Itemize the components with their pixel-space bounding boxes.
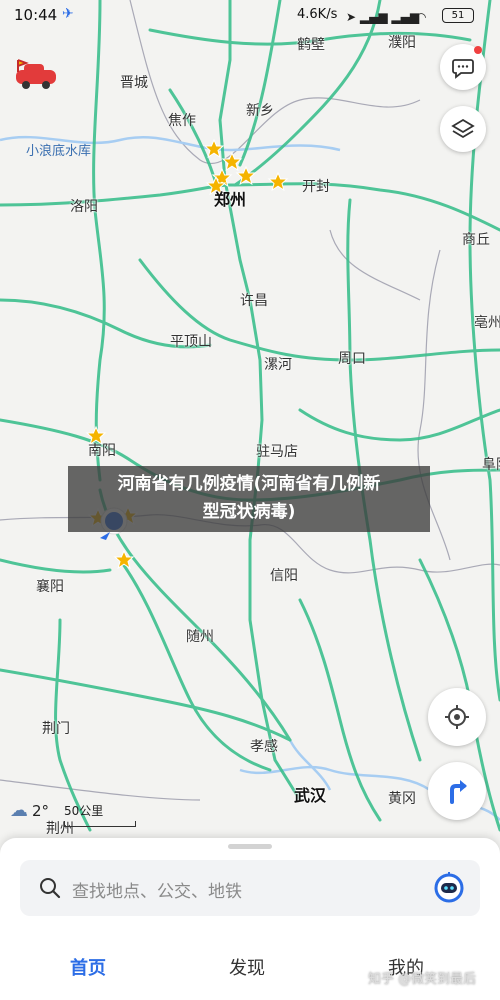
network-speed: 4.6K/s: [297, 7, 338, 22]
assistant-robot-icon[interactable]: [432, 870, 466, 904]
city-label[interactable]: 洛阳: [70, 196, 98, 216]
city-label[interactable]: 亳州: [474, 312, 500, 332]
city-label[interactable]: 郑州: [214, 186, 246, 210]
locate-button[interactable]: [428, 688, 486, 746]
city-label[interactable]: 焦作: [168, 110, 196, 130]
status-bar: 10:44 ✈ 4.6K/s ➤ ▂▄▆ ▂▄▆ ◠ 51: [0, 0, 500, 30]
navigate-arrow-icon: [450, 780, 467, 804]
message-button[interactable]: [440, 44, 486, 90]
temperature: 2°: [32, 801, 50, 820]
app-notification-icon: ✈: [62, 6, 74, 22]
city-label[interactable]: 新乡: [246, 100, 274, 120]
sheet-drag-handle[interactable]: [228, 844, 272, 849]
city-label[interactable]: 黄冈: [388, 788, 416, 808]
city-label[interactable]: 开封: [302, 176, 330, 196]
locate-icon: [445, 705, 469, 729]
city-label[interactable]: 晋城: [120, 72, 148, 92]
city-label[interactable]: 襄阳: [36, 576, 64, 596]
layers-button[interactable]: [440, 106, 486, 152]
tab-discover[interactable]: 发现: [229, 954, 265, 980]
notification-dot: [474, 46, 482, 54]
signal-icon: ➤ ▂▄▆ ▂▄▆: [346, 10, 420, 24]
city-label[interactable]: 濮阳: [388, 32, 416, 52]
layers-icon: [451, 118, 475, 139]
city-label[interactable]: 驻马店: [256, 441, 298, 461]
battery-level: 51: [451, 10, 465, 21]
city-label[interactable]: 武汉: [294, 782, 326, 806]
article-title-banner: 河南省有几例疫情(河南省有几例新 型冠状病毒): [68, 466, 430, 532]
city-label[interactable]: 漯河: [264, 354, 292, 374]
weather-widget[interactable]: ☁ 2°: [10, 800, 49, 821]
search-bar[interactable]: 查找地点、公交、地铁: [20, 860, 480, 916]
city-label[interactable]: 周口: [338, 348, 366, 368]
city-label[interactable]: 许昌: [240, 290, 268, 310]
city-label[interactable]: 南阳: [88, 440, 116, 460]
search-icon: [40, 878, 61, 899]
city-label[interactable]: 商丘: [462, 229, 490, 249]
map-scale: 50公里: [64, 802, 136, 827]
battery-icon: 51: [442, 8, 474, 23]
city-label[interactable]: 阜阳: [482, 454, 500, 474]
navigate-button[interactable]: [428, 762, 486, 820]
scale-bar: [64, 821, 136, 827]
city-label[interactable]: 孝感: [250, 736, 278, 756]
banner-line-1: 河南省有几例疫情(河南省有几例新: [117, 474, 381, 494]
search-placeholder[interactable]: 查找地点、公交、地铁: [72, 877, 242, 902]
source-watermark: 知乎 @微笑到最后: [368, 972, 477, 987]
city-label[interactable]: 鹤壁: [297, 34, 325, 54]
wifi-icon: ◠: [416, 10, 427, 24]
tab-home[interactable]: 首页: [70, 954, 106, 980]
lake-label[interactable]: 小浪底水库: [26, 140, 91, 159]
city-label[interactable]: 信阳: [270, 565, 298, 585]
city-label[interactable]: 荆门: [42, 718, 70, 738]
scale-label: 50公里: [64, 804, 104, 818]
banner-line-2: 型冠状病毒): [202, 502, 296, 522]
city-label[interactable]: 随州: [186, 626, 214, 646]
city-label[interactable]: 平顶山: [170, 331, 212, 351]
status-time: 10:44: [14, 6, 58, 24]
message-icon: [452, 59, 474, 79]
cloud-icon: ☁: [10, 800, 28, 821]
